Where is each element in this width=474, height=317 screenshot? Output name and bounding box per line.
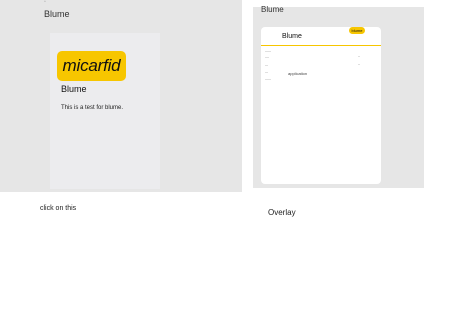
tiny-marker: ▫ bbox=[44, 0, 46, 5]
overlay-detail-line bbox=[358, 64, 360, 65]
overlay-detail-line bbox=[265, 79, 271, 80]
overlay-item-label[interactable]: application bbox=[288, 71, 307, 76]
overlay-badge[interactable]: blume bbox=[349, 27, 365, 34]
logo-badge[interactable]: micarfid bbox=[57, 51, 126, 81]
right-caption: Overlay bbox=[268, 208, 296, 217]
logo-text: micarfid bbox=[62, 56, 121, 75]
left-panel-title: Blume bbox=[44, 9, 70, 19]
overlay-detail-line bbox=[265, 51, 271, 52]
card-description: This is a test for blume. bbox=[61, 105, 124, 111]
overlay-detail-line bbox=[265, 57, 269, 58]
overlay-detail-line bbox=[265, 65, 268, 66]
overlay-card-title: Blume bbox=[282, 33, 302, 40]
right-panel-title: Blume bbox=[261, 5, 284, 14]
overlay-detail-line bbox=[358, 56, 360, 57]
overlay-card[interactable]: blume Blume application bbox=[261, 27, 381, 184]
card-title: Blume bbox=[61, 84, 87, 94]
left-caption: click on this bbox=[40, 205, 77, 212]
overlay-detail-line bbox=[265, 72, 268, 73]
